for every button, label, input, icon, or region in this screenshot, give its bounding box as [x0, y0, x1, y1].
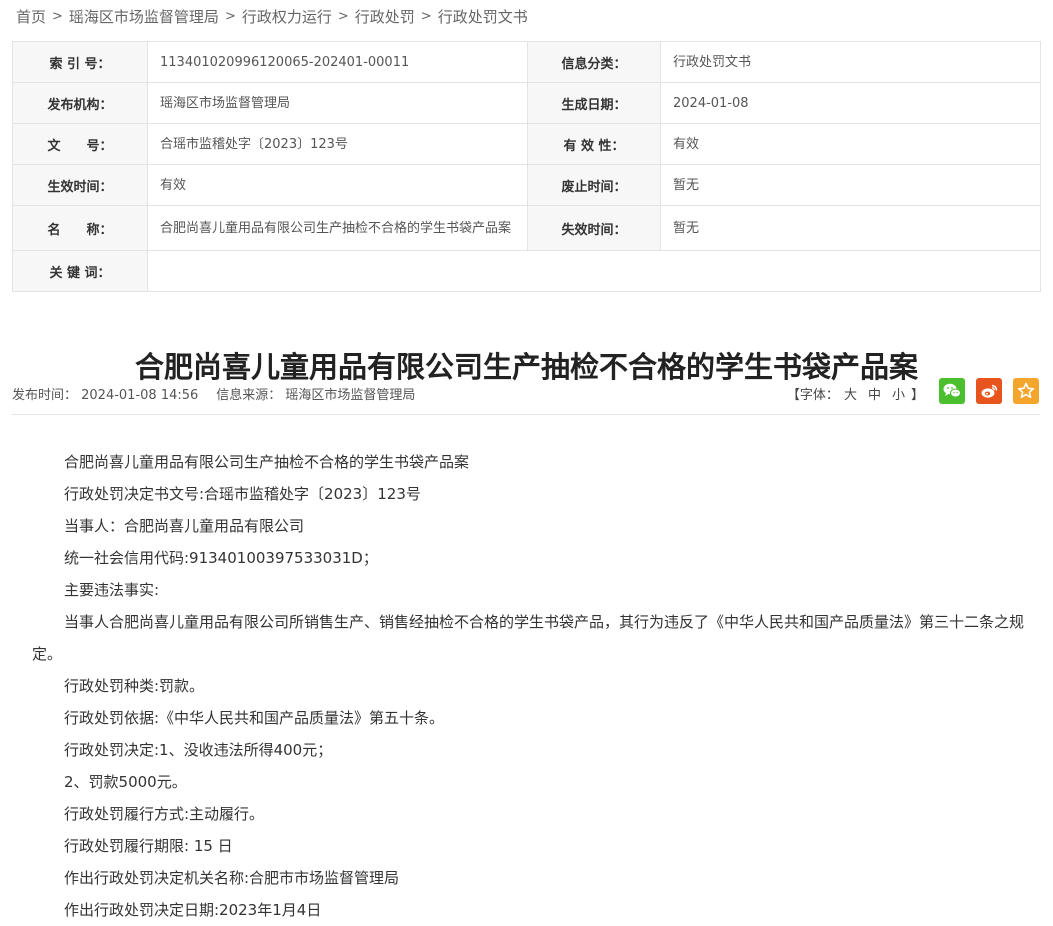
breadcrumb-separator: > [52, 8, 63, 24]
keywords-value [147, 250, 1041, 292]
breadcrumb-home[interactable]: 首页 [16, 6, 46, 27]
breadcrumb-separator: > [420, 8, 432, 24]
font-bracket: 】 [910, 388, 924, 403]
paragraph: 行政处罚履行期限: 15 日 [64, 837, 233, 855]
expire-label: 失效时间： [527, 205, 661, 251]
article-info-bar: 发布时间： 2024-01-08 14:56 信息来源： 瑶海区市场监督管理局 【… [12, 378, 1040, 406]
paragraph: 行政处罚种类:罚款。 [64, 677, 205, 695]
paragraph: 行政处罚决定书文号:合瑶市监稽处字〔2023〕123号 [64, 485, 421, 503]
font-label: 【字体： [786, 388, 839, 403]
index-no-label: 索 引 号： [12, 41, 148, 83]
font-medium-button[interactable]: 中 [868, 388, 881, 403]
paragraph: 统一社会信用代码:91340100397533031D； [64, 549, 378, 567]
breadcrumb-penalty-docs[interactable]: 行政处罚文书 [438, 6, 528, 27]
index-no-value: 113401020996120065-202401-00011 [147, 41, 528, 83]
breadcrumb-separator: > [224, 8, 236, 24]
category-label: 信息分类： [527, 41, 661, 83]
breadcrumb-separator: > [337, 8, 349, 24]
info-source: 信息来源： 瑶海区市场监督管理局 [216, 388, 416, 403]
name-value: 合肥尚喜儿童用品有限公司生产抽检不合格的学生书袋产品案 [147, 205, 528, 251]
doc-no-label: 文 号： [12, 123, 148, 165]
effective-label: 生效时间： [12, 164, 148, 206]
breadcrumb-admin-power[interactable]: 行政权力运行 [242, 6, 332, 27]
wechat-icon[interactable] [939, 378, 965, 404]
paragraph: 合肥尚喜儿童用品有限公司生产抽检不合格的学生书袋产品案 [64, 453, 470, 471]
name-label: 名 称： [12, 205, 148, 251]
publisher-value: 瑶海区市场监督管理局 [147, 82, 528, 124]
divider [12, 414, 1040, 415]
paragraph: 主要违法事实: [64, 581, 160, 599]
expire-value: 暂无 [660, 205, 1041, 251]
paragraph: 行政处罚决定:1、没收违法所得400元； [64, 741, 333, 759]
paragraph: 行政处罚履行方式:主动履行。 [64, 805, 265, 823]
favorite-icon[interactable] [1013, 378, 1039, 404]
publish-time: 发布时间： 2024-01-08 14:56 [12, 388, 199, 403]
validity-label: 有 效 性： [527, 123, 661, 165]
font-size-control: 【字体： 大中小】 [787, 384, 924, 403]
font-large-button[interactable]: 大 [844, 388, 857, 403]
validity-value: 有效 [660, 123, 1041, 165]
doc-no-value: 合瑶市监稽处字〔2023〕123号 [147, 123, 528, 165]
gen-date-label: 生成日期： [527, 82, 661, 124]
paragraph: 行政处罚依据:《中华人民共和国产品质量法》第五十条。 [64, 709, 445, 727]
breadcrumb-penalty[interactable]: 行政处罚 [355, 6, 415, 27]
paragraph: 作出行政处罚决定机关名称:合肥市市场监督管理局 [64, 869, 400, 887]
weibo-icon[interactable] [976, 378, 1002, 404]
keywords-label: 关 键 词： [12, 250, 148, 292]
gen-date-value: 2024-01-08 [660, 82, 1041, 124]
paragraph: 当事人合肥尚喜儿童用品有限公司所销售生产、销售经抽检不合格的学生书袋产品，其行为… [32, 613, 1025, 663]
metadata-table: 索 引 号： 113401020996120065-202401-00011 信… [12, 41, 1041, 292]
effective-value: 有效 [147, 164, 528, 206]
article-body: 合肥尚喜儿童用品有限公司生产抽检不合格的学生书袋产品案 行政处罚决定书文号:合瑶… [32, 446, 1030, 926]
paragraph: 作出行政处罚决定日期:2023年1月4日 [64, 901, 322, 919]
paragraph: 2、罚款5000元。 [64, 773, 187, 791]
breadcrumb-bureau[interactable]: 瑶海区市场监督管理局 [69, 6, 219, 27]
publisher-label: 发布机构： [12, 82, 148, 124]
repeal-label: 废止时间： [527, 164, 661, 206]
category-value: 行政处罚文书 [660, 41, 1041, 83]
paragraph: 当事人：合肥尚喜儿童用品有限公司 [64, 517, 305, 535]
breadcrumb: 首页 > 瑶海区市场监督管理局 > 行政权力运行 > 行政处罚 > 行政处罚文书 [16, 5, 528, 27]
repeal-value: 暂无 [660, 164, 1041, 206]
font-small-button[interactable]: 小 [892, 388, 905, 403]
